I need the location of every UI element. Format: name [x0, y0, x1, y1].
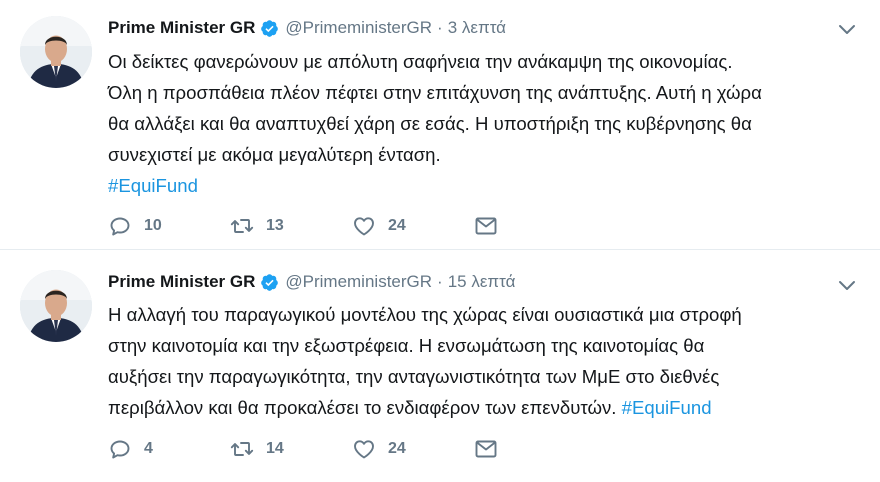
tweet-actions: 4 14 24 [108, 437, 498, 461]
reply-icon [110, 440, 130, 459]
tweet-text: Η αλλαγή του παραγωγικού μοντέλου της χώ… [108, 299, 858, 423]
reply-count: 10 [144, 217, 162, 234]
avatar-image [20, 270, 92, 342]
author-name[interactable]: Prime Minister GR [108, 272, 255, 292]
retweet-count: 14 [266, 440, 284, 457]
retweet-icon [230, 219, 254, 233]
tweet-text-line: θα αλλάξει και θα αναπτυχθεί χάρη σε εσά… [108, 113, 752, 134]
tweet[interactable]: Prime Minister GR @PrimeministerGR · 15 … [0, 251, 880, 482]
hashtag-link[interactable]: #EquiFund [108, 175, 198, 196]
heart-icon [354, 217, 374, 236]
tweet-text-line: αυξήσει την παραγωγικότητα, την ανταγωνι… [108, 366, 720, 387]
retweet-count: 13 [266, 217, 284, 234]
retweet-button[interactable]: 13 [230, 214, 352, 238]
tweet-header: Prime Minister GR @PrimeministerGR · 15 … [108, 270, 515, 294]
envelope-icon [475, 440, 497, 458]
tweet-text: Οι δείκτες φανερώνουν με απόλυτη σαφήνει… [108, 46, 858, 201]
tweet-text-line: περιβάλλον και θα προκαλέσει το ενδιαφέρ… [108, 392, 858, 423]
like-count: 24 [388, 440, 406, 457]
reply-icon [110, 217, 130, 236]
avatar[interactable] [20, 16, 92, 88]
avatar[interactable] [20, 270, 92, 342]
reply-button[interactable]: 10 [108, 214, 230, 238]
envelope-icon [475, 217, 497, 235]
like-button[interactable]: 24 [352, 437, 474, 461]
tweet-text-line: στην καινοτομία και την εξωστρέφεια. Η ε… [108, 335, 705, 356]
like-button[interactable]: 24 [352, 214, 474, 238]
verified-badge-icon [261, 19, 279, 37]
like-count: 24 [388, 217, 406, 234]
retweet-button[interactable]: 14 [230, 437, 352, 461]
timestamp[interactable]: 15 λεπτά [448, 272, 516, 292]
tweet-text-line: συνεχιστεί με ακόμα μεγαλύτερη ένταση. [108, 144, 441, 165]
separator-dot: · [437, 18, 443, 37]
avatar-image [20, 16, 92, 88]
timestamp[interactable]: 3 λεπτά [448, 18, 506, 38]
author-handle[interactable]: @PrimeministerGR [285, 18, 432, 38]
hashtag-link[interactable]: #EquiFund [622, 397, 712, 418]
tweet-text-line: Όλη η προσπάθεια πλέον πέφτει στην επιτά… [108, 82, 762, 103]
tweet-feed: Prime Minister GR @PrimeministerGR · 3 λ… [0, 0, 880, 482]
author-handle[interactable]: @PrimeministerGR [285, 272, 432, 292]
tweet-header: Prime Minister GR @PrimeministerGR · 3 λ… [108, 16, 506, 40]
tweet-text-segment: περιβάλλον και θα προκαλέσει το ενδιαφέρ… [108, 397, 622, 418]
direct-message-button[interactable] [474, 214, 498, 238]
reply-count: 4 [144, 440, 153, 457]
verified-badge-icon [261, 273, 279, 291]
chevron-down-icon[interactable] [838, 23, 856, 37]
reply-button[interactable]: 4 [108, 437, 230, 461]
separator-dot: · [437, 272, 443, 291]
tweet-actions: 10 13 24 [108, 214, 498, 238]
direct-message-button[interactable] [474, 437, 498, 461]
tweet[interactable]: Prime Minister GR @PrimeministerGR · 3 λ… [0, 0, 880, 250]
heart-icon [354, 440, 374, 459]
retweet-icon [230, 442, 254, 456]
author-name[interactable]: Prime Minister GR [108, 18, 255, 38]
chevron-down-icon[interactable] [838, 279, 856, 293]
tweet-text-line: Η αλλαγή του παραγωγικού μοντέλου της χώ… [108, 304, 742, 325]
tweet-text-line: Οι δείκτες φανερώνουν με απόλυτη σαφήνει… [108, 51, 733, 72]
